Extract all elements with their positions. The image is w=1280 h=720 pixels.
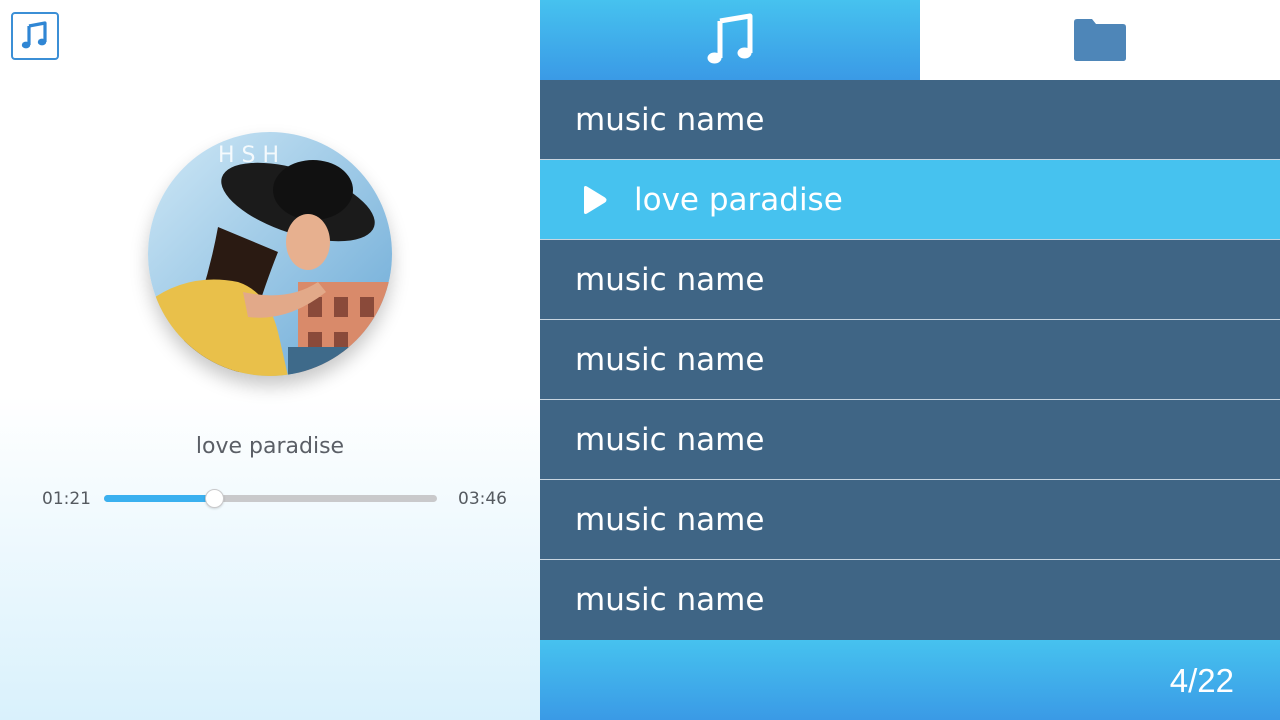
folder-icon — [1074, 19, 1126, 61]
svg-text:H S H: H S H — [218, 143, 279, 168]
app-music-icon[interactable] — [11, 12, 59, 60]
list-item-playing[interactable]: love paradise — [540, 160, 1280, 240]
playlist: music name love paradise music name musi… — [540, 80, 1280, 640]
music-note-icon — [21, 21, 47, 49]
playlist-footer: 4/22 — [540, 640, 1280, 720]
album-cover: H S H — [148, 132, 392, 376]
music-note-icon — [707, 13, 753, 64]
page-count: 4/22 — [1169, 662, 1234, 699]
total-time: 03:46 — [458, 489, 507, 509]
song-name: music name — [575, 261, 765, 298]
song-name: music name — [575, 341, 765, 378]
list-item[interactable]: music name — [540, 240, 1280, 320]
play-icon — [580, 185, 610, 215]
progress-knob[interactable] — [204, 489, 224, 508]
tab-folders[interactable] — [920, 0, 1280, 80]
list-item[interactable]: music name — [540, 400, 1280, 480]
now-playing-title: love paradise — [195, 434, 345, 459]
tab-songs[interactable] — [540, 0, 920, 80]
current-time: 01:21 — [42, 489, 91, 509]
list-item[interactable]: music name — [540, 320, 1280, 400]
song-name: music name — [575, 582, 765, 618]
list-item[interactable]: music name — [540, 80, 1280, 160]
progress-bar[interactable] — [104, 489, 437, 508]
progress-fill — [104, 495, 214, 502]
list-item[interactable]: music name — [540, 480, 1280, 560]
list-item[interactable]: music name — [540, 560, 1280, 640]
song-name: music name — [575, 101, 765, 138]
playlist-panel: music name love paradise music name musi… — [540, 0, 1280, 720]
song-name: music name — [575, 421, 765, 458]
song-name: love paradise — [634, 181, 843, 218]
now-playing-panel: H S H love paradise 01:21 03:46 — [0, 0, 540, 720]
song-name: music name — [575, 501, 765, 538]
